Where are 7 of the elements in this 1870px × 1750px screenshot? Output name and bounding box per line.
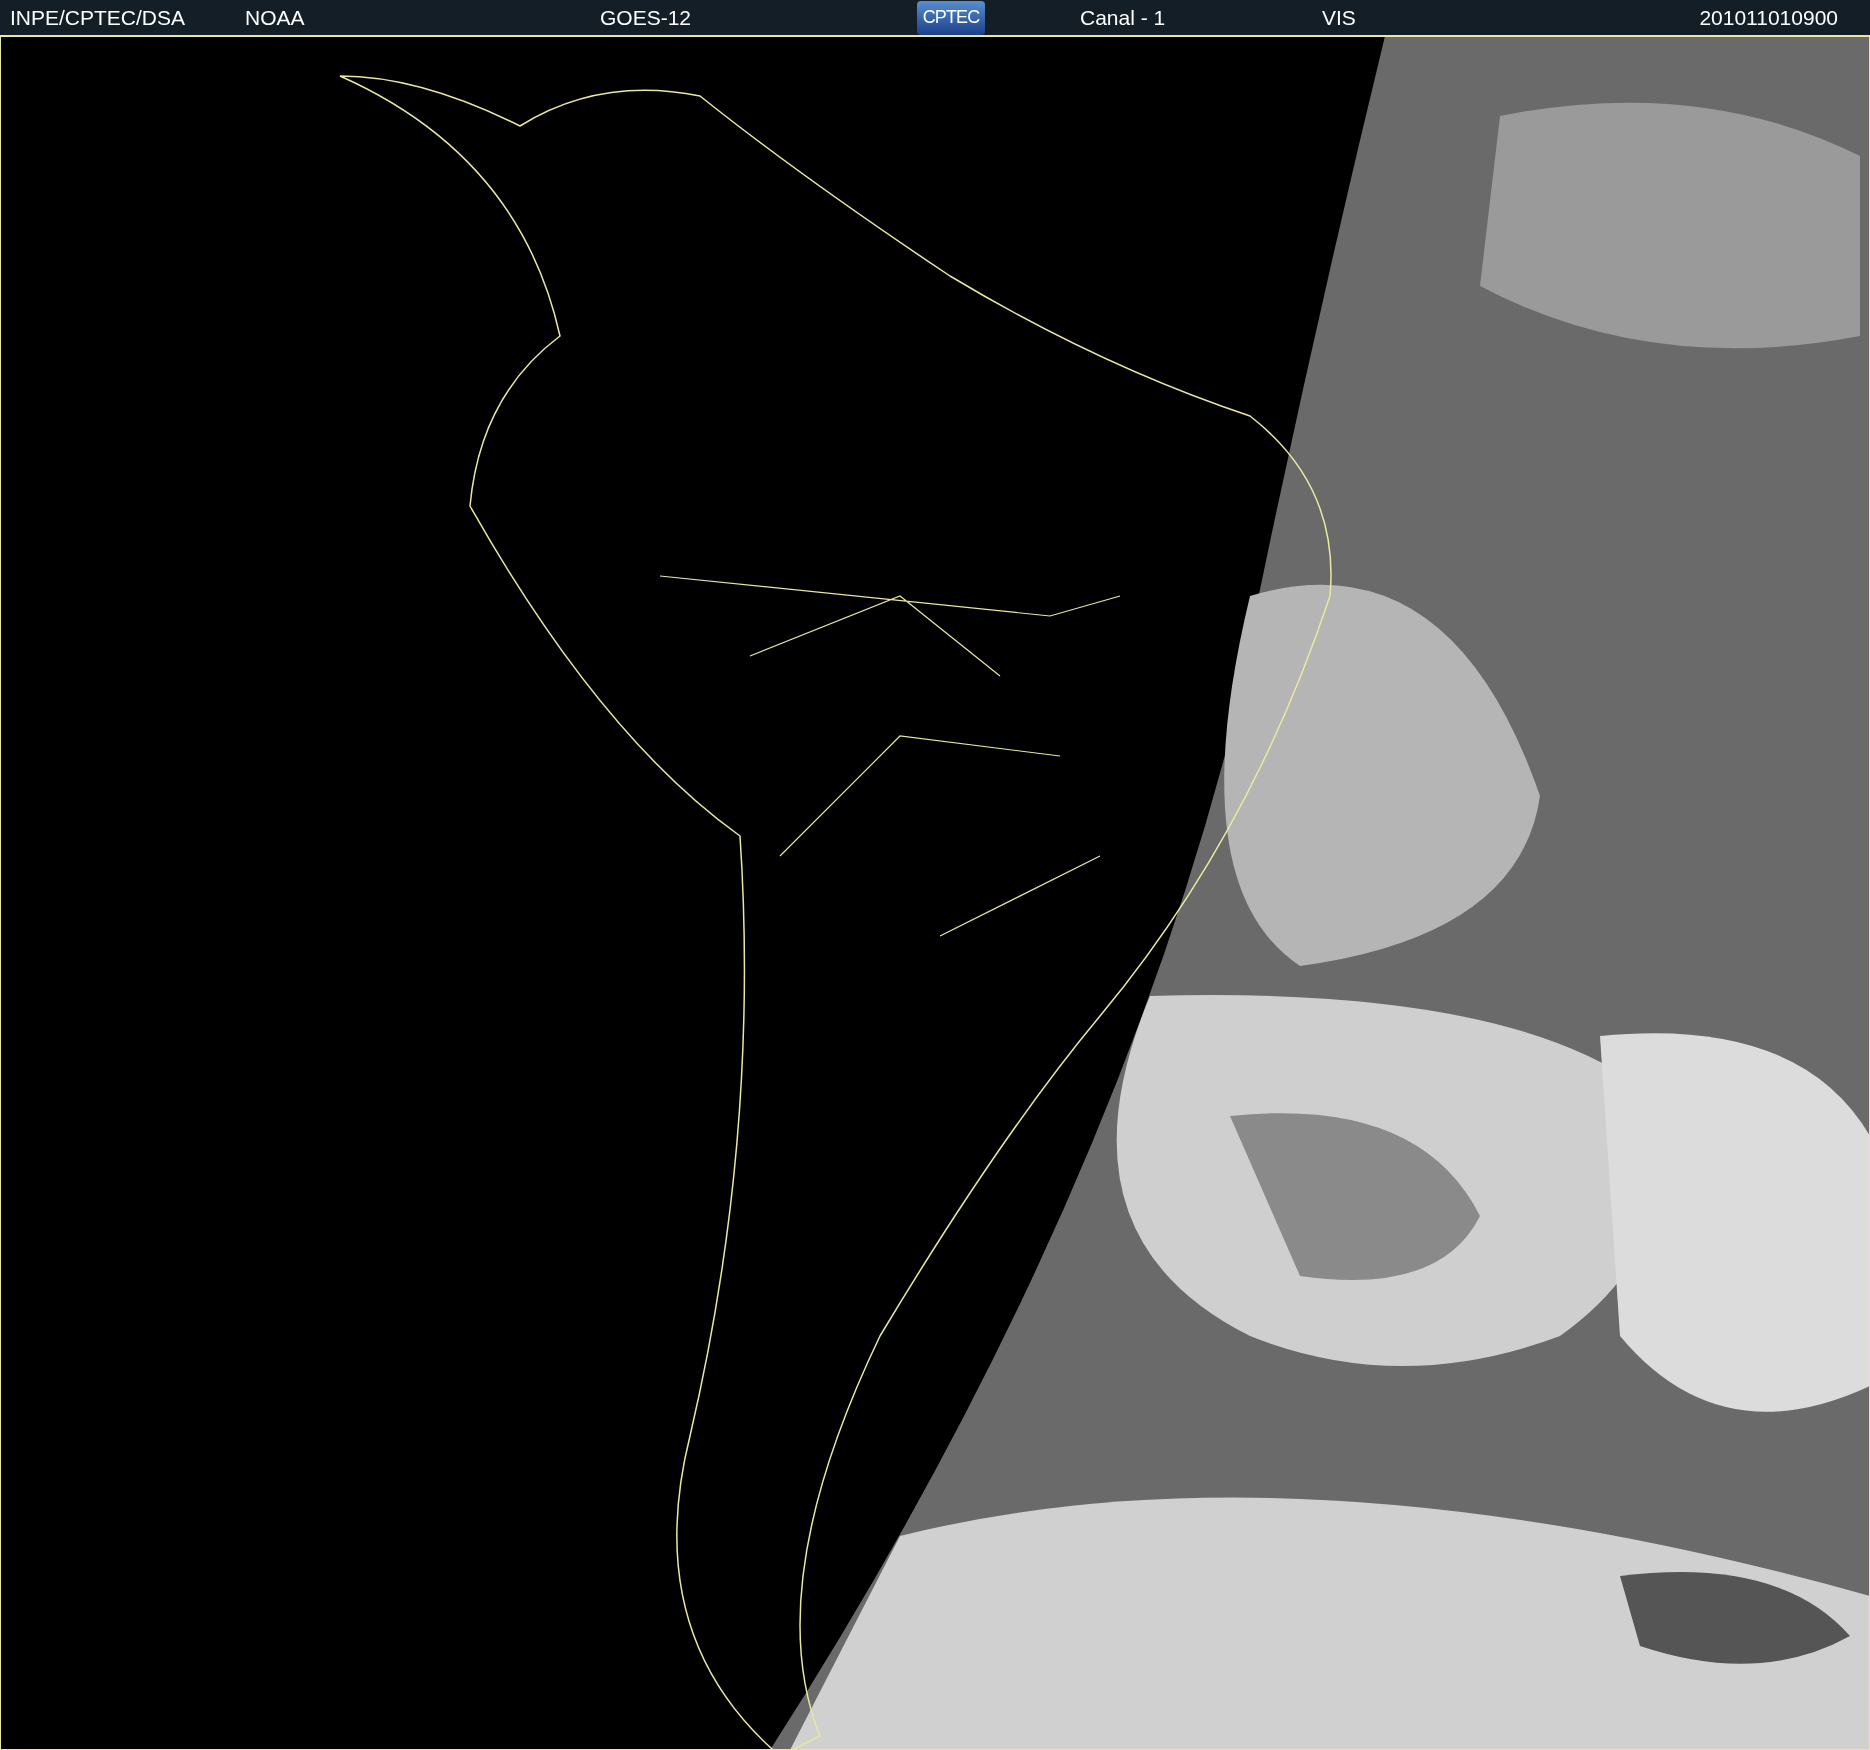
logo: CPTEC: [917, 0, 985, 35]
satellite-label: GOES-12: [600, 4, 693, 31]
band-label: VIS: [1322, 4, 1356, 31]
agency-label: NOAA: [245, 4, 306, 31]
timestamp-label: 201011010900: [1699, 4, 1838, 31]
source-label: INPE/CPTEC/DSA: [10, 4, 187, 31]
channel-label: Canal - 1: [1080, 4, 1167, 31]
